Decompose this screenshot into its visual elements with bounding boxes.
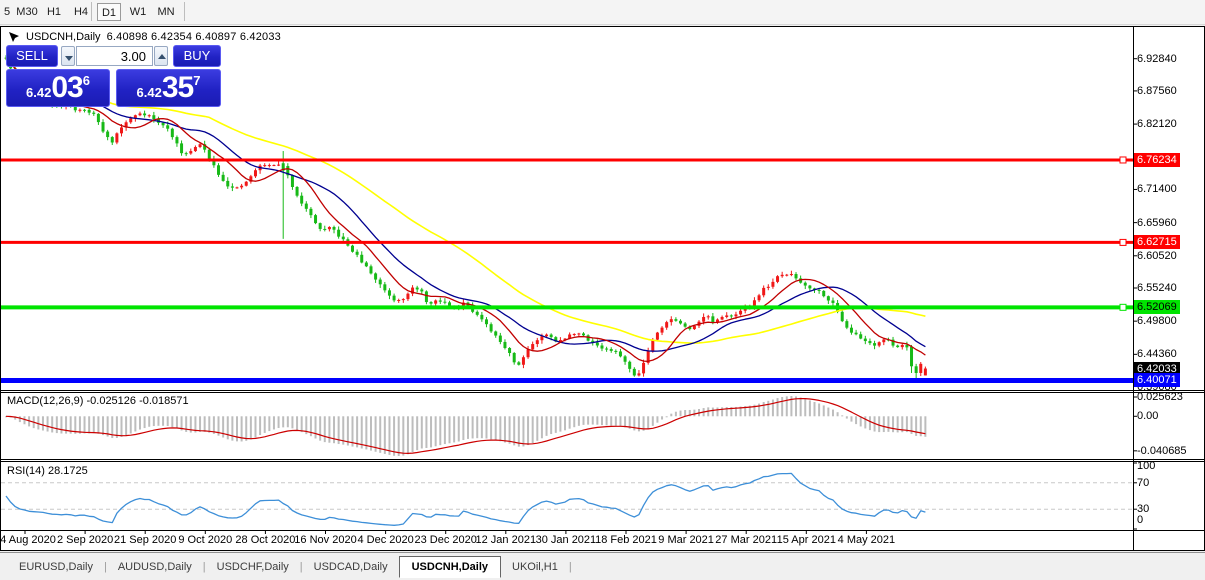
- sell-price-sup: 6: [83, 73, 90, 88]
- timeframe-button-d1[interactable]: D1: [97, 3, 121, 21]
- sell-price-box[interactable]: 6.42 03 6: [6, 69, 110, 107]
- price-axis-tick: 6.65960: [1137, 217, 1177, 230]
- sell-price-prefix: 6.42: [26, 85, 51, 100]
- chart-tab-bar: EURUSD,Daily|AUDUSD,Daily|USDCHF,Daily|U…: [0, 552, 1205, 580]
- date-axis-label: 21 Sep 2020: [114, 534, 176, 546]
- sell-button[interactable]: SELL: [6, 45, 58, 67]
- chart-tab-eurusd[interactable]: EURUSD,Daily: [8, 556, 104, 578]
- date-axis-label: 16 Nov 2020: [294, 534, 356, 546]
- triangle-up-icon: [158, 54, 166, 59]
- date-axis-label: 30 Jan 2021: [536, 534, 597, 546]
- macd-label-row: MACD(12,26,9) -0.025126 -0.018571: [7, 395, 189, 407]
- buy-price-sup: 7: [193, 73, 200, 88]
- price-level-label: 6.62715: [1134, 235, 1180, 249]
- price-axis-tick: 6.82120: [1137, 118, 1177, 131]
- date-axis-label: 2 Sep 2020: [57, 534, 113, 546]
- price-axis-tick: 6.44360: [1137, 348, 1177, 361]
- chart-tab-usdcad[interactable]: USDCAD,Daily: [303, 556, 399, 578]
- price-axis-tick: 6.92840: [1137, 53, 1177, 66]
- timeframe-button-mn[interactable]: MN: [154, 3, 178, 21]
- date-axis-label: 4 May 2021: [838, 534, 895, 546]
- rsi-label-row: RSI(14) 28.1725: [7, 465, 88, 477]
- one-click-trading-panel: SELL BUY 6.42 03 6 6.42 35 7: [6, 45, 221, 107]
- volume-increase-button[interactable]: [154, 46, 168, 66]
- buy-price-big: 35: [162, 73, 193, 103]
- price-level-label: 6.76234: [1134, 153, 1180, 167]
- chart-header: USDCNH,Daily 6.40898 6.42354 6.40897 6.4…: [8, 31, 281, 43]
- price-axis-tick: 6.87560: [1137, 85, 1177, 98]
- buy-button[interactable]: BUY: [173, 45, 221, 67]
- chart-tab-usdchf[interactable]: USDCHF,Daily: [206, 556, 300, 578]
- timeframe-toolbar: 5M30 H1 H4 D1 W1 MN: [0, 0, 1205, 25]
- date-axis-label: 18 Feb 2021: [595, 534, 657, 546]
- timeframe-button-5[interactable]: 5: [2, 3, 12, 21]
- volume-decrease-button[interactable]: [61, 46, 75, 66]
- toolbar-separator: [91, 2, 92, 21]
- price-level-label: 6.52069: [1134, 300, 1180, 314]
- rsi-axis-tick: 100: [1137, 460, 1155, 473]
- tab-separator: |: [569, 561, 572, 573]
- date-axis-label: 27 Mar 2021: [715, 534, 777, 546]
- price-level-label: 6.40071: [1134, 373, 1180, 387]
- timeframe-button-h4[interactable]: H4: [72, 3, 90, 21]
- date-axis-label: 15 Apr 2021: [777, 534, 836, 546]
- chart-tab-audusd[interactable]: AUDUSD,Daily: [107, 556, 203, 578]
- macd-axis-tick: 0.025623: [1137, 391, 1183, 404]
- date-axis-label: 12 Jan 2021: [476, 534, 537, 546]
- rsi-axis-tick: 70: [1137, 477, 1149, 490]
- rsi-axis-tick: 0: [1137, 514, 1143, 527]
- date-axis-label: 23 Dec 2020: [414, 534, 476, 546]
- rsi-indicator-value: 28.1725: [48, 465, 88, 477]
- volume-input[interactable]: [76, 46, 153, 66]
- rsi-indicator-label: RSI(14): [7, 465, 45, 477]
- macd-indicator-values: -0.025126 -0.018571: [86, 395, 188, 407]
- price-axis-tick: 6.60520: [1137, 250, 1177, 263]
- chart-symbol-title: USDCNH,Daily: [26, 31, 101, 43]
- macd-axis-tick: 0.00: [1137, 410, 1158, 423]
- timeframe-button-h1[interactable]: H1: [45, 3, 63, 21]
- chart-tab-usdcnh[interactable]: USDCNH,Daily: [399, 556, 501, 578]
- sell-price-big: 03: [51, 73, 82, 103]
- date-axis-label: 9 Mar 2021: [658, 534, 714, 546]
- toolbar-separator: [184, 2, 185, 21]
- price-axis-tick: 6.49800: [1137, 315, 1177, 328]
- buy-price-box[interactable]: 6.42 35 7: [116, 69, 221, 107]
- buy-price-prefix: 6.42: [137, 85, 162, 100]
- date-axis-label: 9 Oct 2020: [178, 534, 232, 546]
- chart-ohlc-values: 6.40898 6.42354 6.40897 6.42033: [107, 31, 281, 43]
- macd-indicator-label: MACD(12,26,9): [7, 395, 83, 407]
- chart-tab-ukoil[interactable]: UKOil,H1: [501, 556, 569, 578]
- date-axis-label: 28 Oct 2020: [235, 534, 295, 546]
- price-axis-tick: 6.71400: [1137, 183, 1177, 196]
- timeframe-button-w1[interactable]: W1: [127, 3, 149, 21]
- macd-axis-tick: -0.040685: [1137, 445, 1187, 458]
- date-axis-label: 14 Aug 2020: [0, 534, 56, 546]
- timeframe-button-m30[interactable]: M30: [14, 3, 40, 21]
- triangle-down-icon: [65, 56, 73, 61]
- date-axis-label: 4 Dec 2020: [357, 534, 413, 546]
- price-axis-tick: 6.55240: [1137, 282, 1177, 295]
- cursor-arrow-icon: [8, 31, 20, 43]
